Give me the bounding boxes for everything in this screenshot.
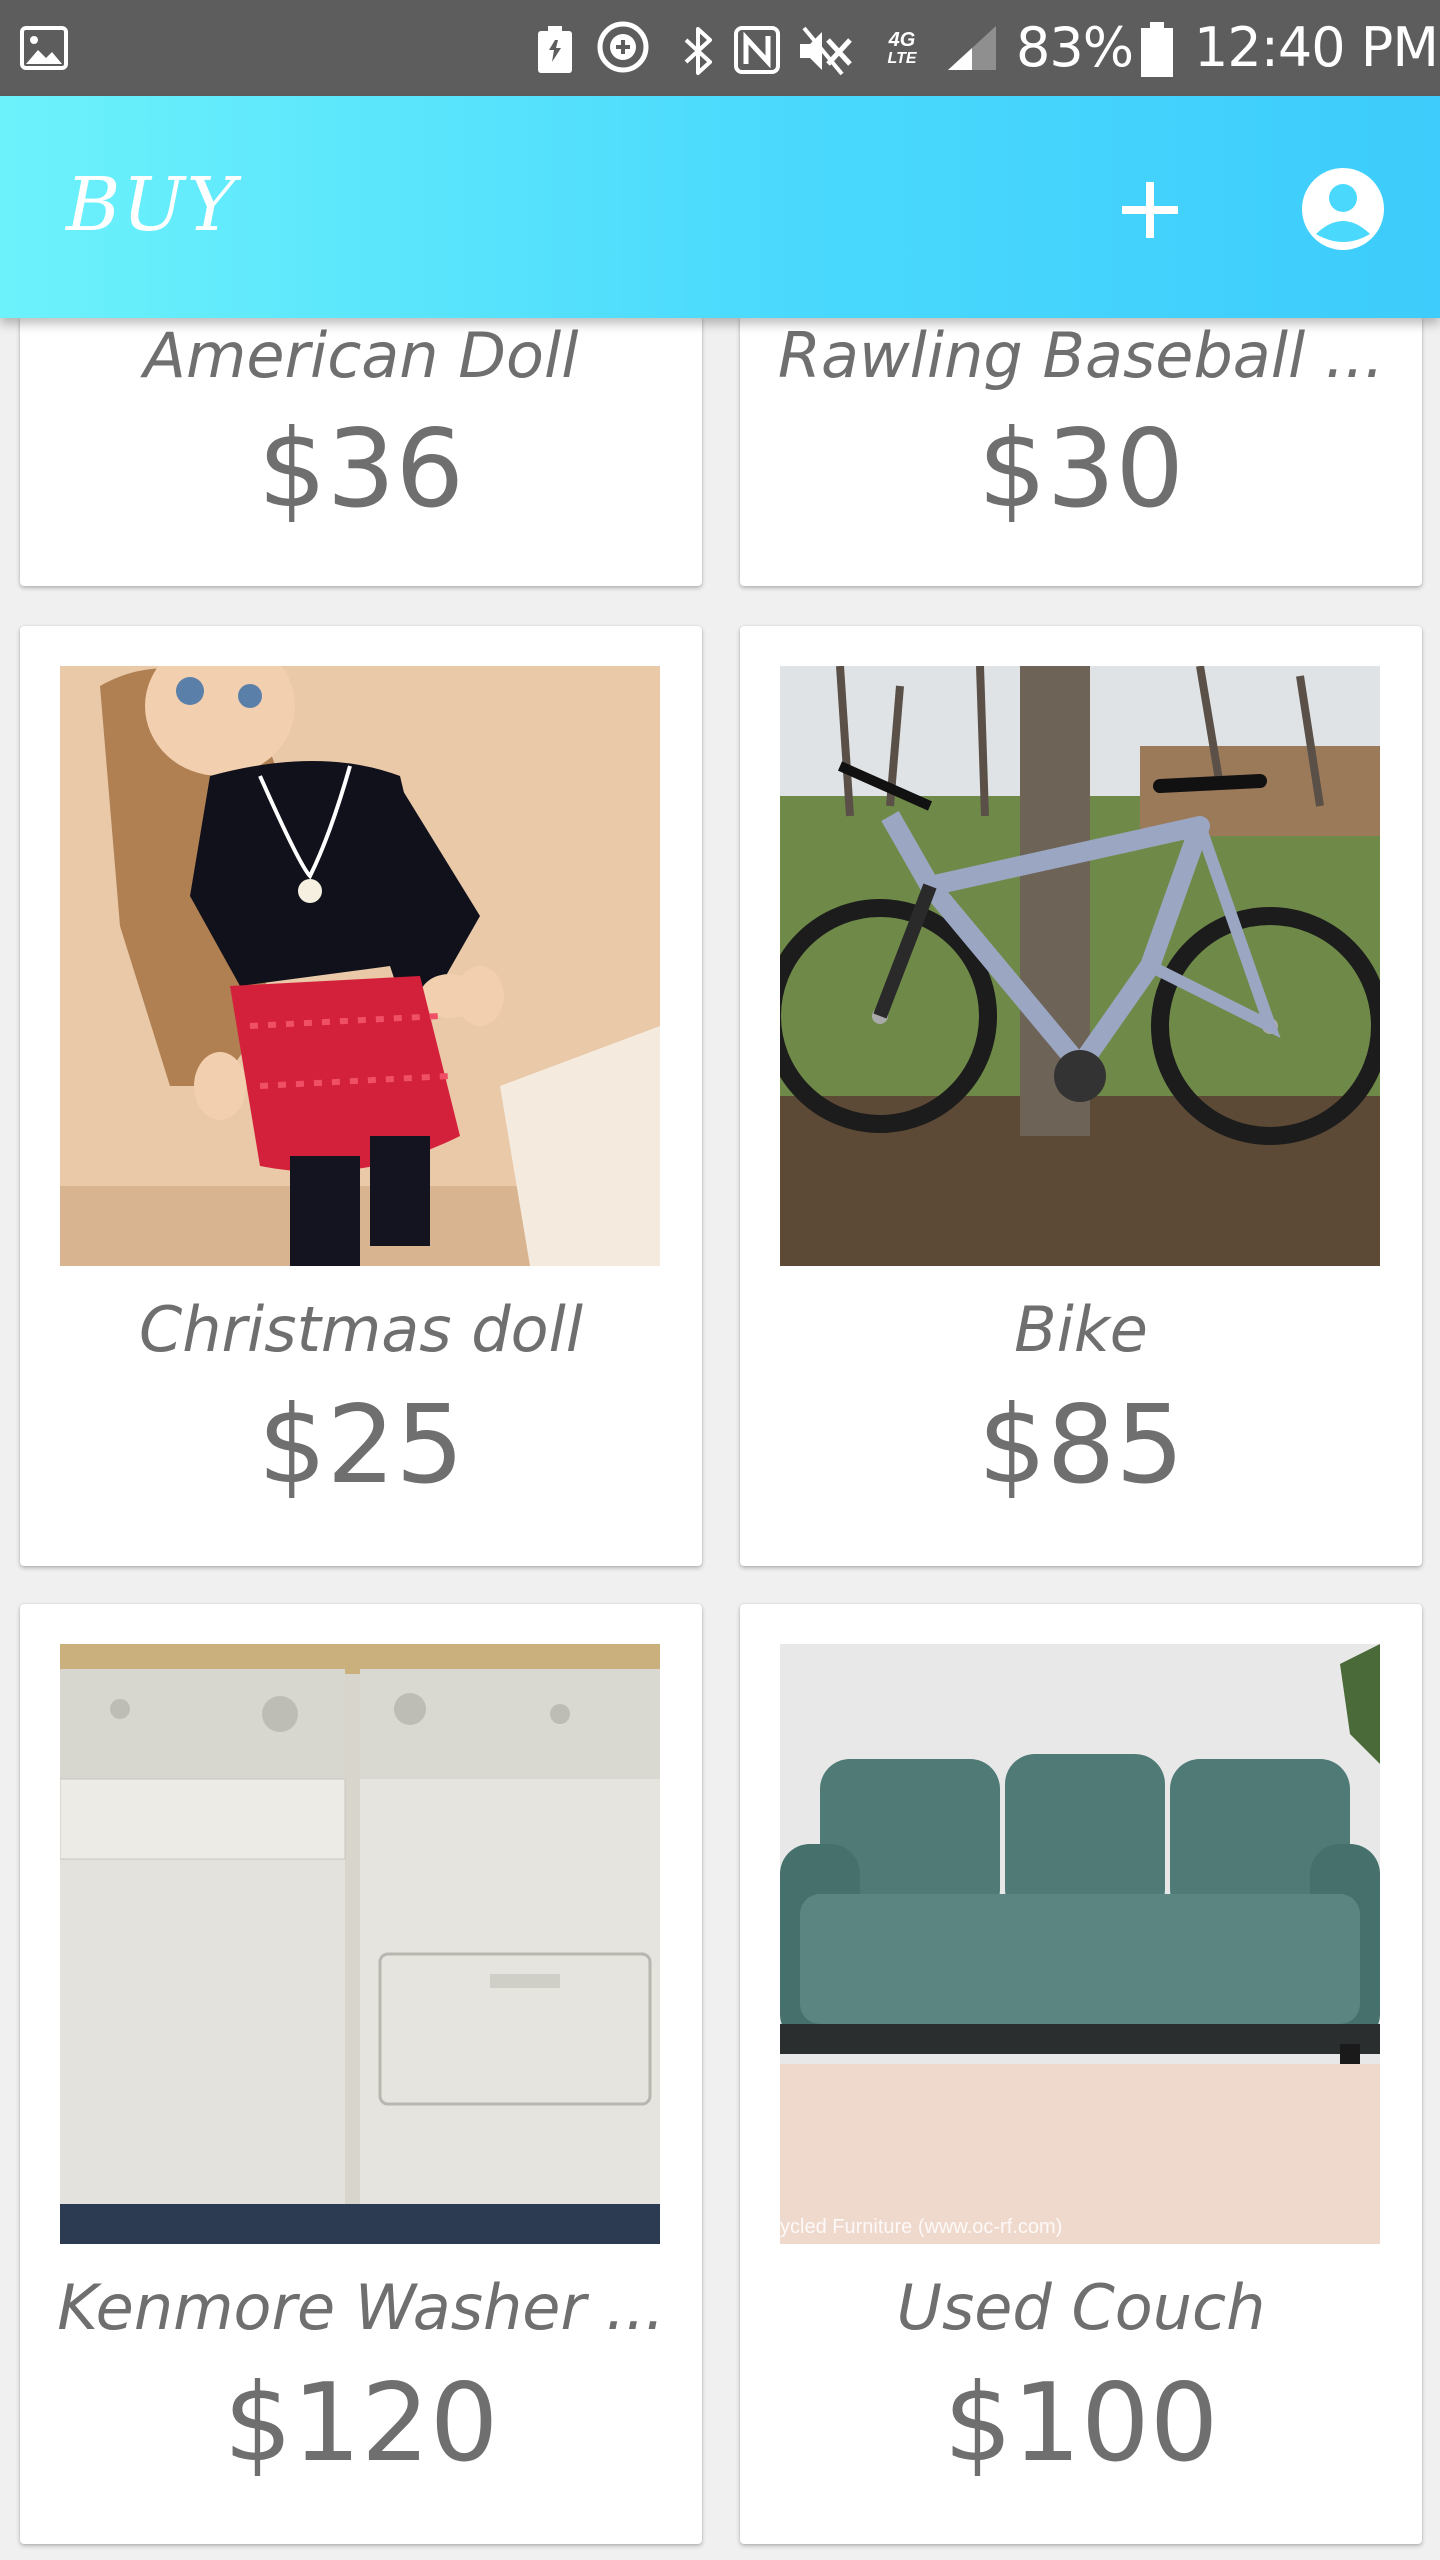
product-card[interactable]: American Doll $36 [20, 316, 702, 586]
product-photo-washer [60, 1644, 660, 2244]
product-price: $30 [977, 407, 1185, 532]
product-card[interactable]: Christmas doll $25 [20, 626, 702, 1566]
product-price: $120 [223, 2361, 499, 2486]
product-photo-couch: ycled Furniture (www.oc-rf.com) [780, 1644, 1380, 2244]
add-listing-button[interactable] [1116, 176, 1184, 244]
product-name: American Doll [143, 319, 579, 392]
product-grid: American Doll $36 Rawling Baseball ... $… [0, 0, 1440, 2560]
product-name: Kenmore Washer ... [57, 2271, 665, 2344]
product-price: $100 [943, 2361, 1219, 2486]
add-icon [1122, 182, 1178, 238]
product-name: Bike [1014, 1293, 1148, 1366]
product-photo-doll [60, 666, 660, 1266]
product-price: $36 [257, 407, 465, 532]
product-card[interactable]: Kenmore Washer ... $120 [20, 1604, 702, 2544]
account-icon [1302, 168, 1384, 250]
product-card[interactable]: ycled Furniture (www.oc-rf.com) Used Cou… [740, 1604, 1422, 2544]
product-card[interactable]: Bike $85 [740, 626, 1422, 1566]
product-name: Christmas doll [138, 1293, 584, 1366]
product-name: Used Couch [896, 2271, 1266, 2344]
product-name: Rawling Baseball ... [777, 319, 1385, 392]
product-price: $85 [977, 1383, 1185, 1508]
page-title: BUY [66, 162, 238, 248]
product-photo-bike [780, 666, 1380, 1266]
product-price: $25 [257, 1383, 465, 1508]
account-button[interactable] [1300, 166, 1386, 252]
photo-watermark: ycled Furniture (www.oc-rf.com) [780, 2216, 1063, 2238]
app-bar: BUY [0, 96, 1440, 318]
product-card[interactable]: Rawling Baseball ... $30 [740, 316, 1422, 586]
